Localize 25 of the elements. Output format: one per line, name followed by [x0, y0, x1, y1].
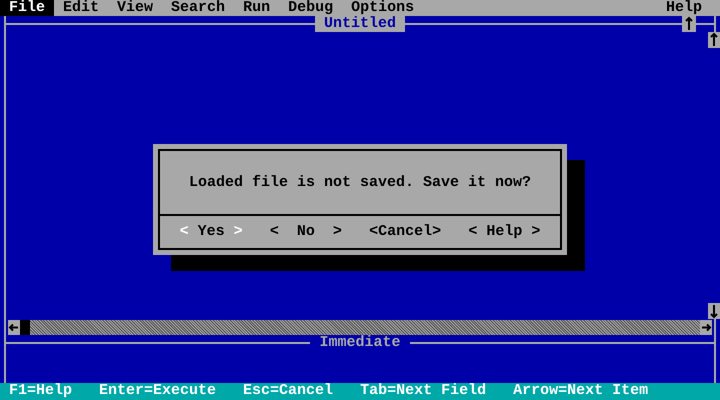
- dialog-button[interactable]: < Help >: [468, 224, 540, 240]
- dialog-button[interactable]: <Cancel>: [369, 224, 442, 240]
- dialog-message: Loaded file is not saved. Save it now?: [188, 174, 532, 190]
- horizontal-scrollbar[interactable]: [8, 320, 712, 335]
- menu-item[interactable]: Help: [656, 0, 711, 16]
- window-title: Untitled: [314, 16, 405, 32]
- dialog-button[interactable]: < No >: [270, 224, 342, 240]
- vertical-scrollbar[interactable]: [708, 32, 720, 319]
- menu-item[interactable]: Search: [162, 0, 234, 16]
- scroll-thumb[interactable]: [20, 320, 30, 335]
- status-item: Arrow=Next Item: [513, 383, 648, 400]
- status-item: Tab=Next Field: [360, 383, 486, 400]
- menu-item[interactable]: View: [108, 0, 162, 16]
- status-item: Enter=Execute: [99, 383, 216, 400]
- menu-item[interactable]: Edit: [54, 0, 108, 16]
- status-item: Esc=Cancel: [243, 383, 334, 400]
- menu-item[interactable]: Debug: [279, 0, 342, 16]
- status-item: F1=Help: [9, 383, 72, 400]
- dialog-button[interactable]: < Yes >: [180, 224, 243, 240]
- menu-item[interactable]: File: [0, 0, 54, 16]
- down-arrow-icon[interactable]: [708, 303, 720, 319]
- maximize-icon[interactable]: [682, 16, 696, 32]
- menu-item[interactable]: Run: [234, 0, 280, 16]
- up-arrow-icon[interactable]: [708, 32, 720, 48]
- menu-item[interactable]: Options: [342, 0, 424, 16]
